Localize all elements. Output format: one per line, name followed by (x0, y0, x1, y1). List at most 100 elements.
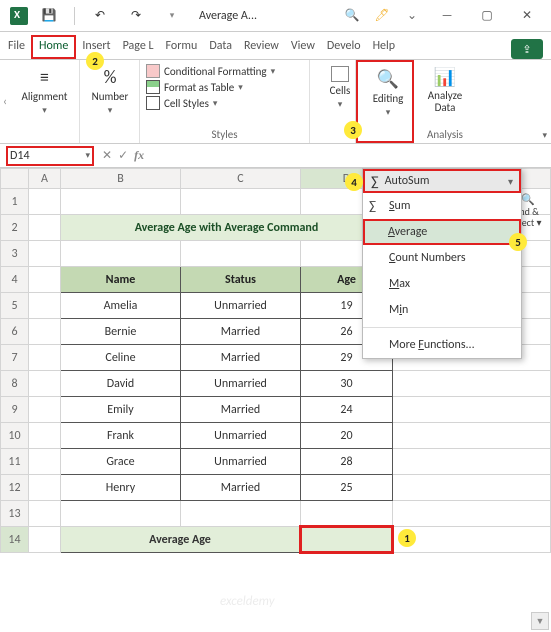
menu-separator (363, 327, 521, 328)
tab-home[interactable]: Home (31, 35, 76, 59)
ribbon-collapse-icon[interactable]: ⌄ (403, 7, 421, 25)
menu-item-sum[interactable]: ∑ Sum (363, 193, 521, 219)
alignment-button[interactable]: ≡ Alignment ▾ (16, 64, 73, 118)
format-as-table-button[interactable]: Format as Table▾ (146, 80, 303, 94)
cell-age[interactable]: 30 (301, 371, 393, 397)
header-name[interactable]: Name (61, 267, 181, 293)
menu-item-min[interactable]: Min (363, 297, 521, 323)
tab-data[interactable]: Data (203, 35, 238, 59)
row-header[interactable]: 1 (1, 189, 29, 215)
ribbon-group-number: % Number ▾ (80, 60, 140, 143)
minimize-button[interactable]: — (427, 2, 467, 30)
ribbon-scroll-left[interactable]: ‹ (0, 60, 10, 143)
row-header[interactable]: 7 (1, 345, 29, 371)
menu-max-rest: ax (399, 277, 410, 291)
qat-dropdown-icon[interactable]: ▾ (163, 7, 181, 25)
tab-developer[interactable]: Develo (321, 35, 367, 59)
cell-styles-button[interactable]: Cell Styles▾ (146, 96, 303, 110)
cancel-icon[interactable]: ✕ (102, 148, 112, 163)
average-age-cell[interactable] (301, 527, 393, 553)
fx-label[interactable]: fx (134, 148, 144, 163)
name-box[interactable]: D14 ▾ (6, 146, 94, 166)
tab-view[interactable]: View (285, 35, 321, 59)
row-header[interactable]: 11 (1, 449, 29, 475)
cell-status[interactable]: Married (181, 319, 301, 345)
row-header[interactable]: 3 (1, 241, 29, 267)
cell-status[interactable]: Unmarried (181, 423, 301, 449)
tab-file[interactable]: File (2, 35, 31, 59)
header-status[interactable]: Status (181, 267, 301, 293)
cell-status[interactable]: Unmarried (181, 293, 301, 319)
select-all-corner[interactable] (1, 169, 29, 189)
share-button[interactable]: ⇪ (511, 39, 543, 59)
cell-name[interactable]: Frank (61, 423, 181, 449)
chevron-down-icon: ▾ (338, 99, 343, 110)
pen-icon[interactable]: 🖊 (373, 7, 391, 25)
cell-status[interactable]: Married (181, 345, 301, 371)
autosum-menu: ∑ AutoSum ▾ 4 ∑ Sum Average 5 Count Numb… (362, 168, 522, 359)
analyze-data-button[interactable]: 📊 Analyze Data (420, 64, 470, 116)
row-header[interactable]: 10 (1, 423, 29, 449)
document-title: Average A... (199, 9, 257, 23)
restore-button[interactable]: ▢ (467, 2, 507, 30)
cell-age[interactable]: 28 (301, 449, 393, 475)
row-header[interactable]: 5 (1, 293, 29, 319)
tab-help[interactable]: Help (367, 35, 402, 59)
chevron-down-icon: ▾ (508, 175, 513, 188)
cell-status[interactable]: Married (181, 475, 301, 501)
tab-formulas[interactable]: Formu (160, 35, 204, 59)
chart-icon: 📊 (434, 66, 456, 88)
autosum-button[interactable]: ∑ AutoSum ▾ (363, 169, 521, 193)
styles-group-label: Styles (146, 128, 303, 141)
autosum-label: AutoSum (385, 174, 430, 188)
enter-icon[interactable]: ✓ (118, 148, 128, 163)
menu-item-max[interactable]: Max (363, 271, 521, 297)
row-header[interactable]: 2 (1, 215, 29, 241)
cell-name[interactable]: Bernie (61, 319, 181, 345)
cell-status[interactable]: Married (181, 397, 301, 423)
col-header-B[interactable]: B (61, 169, 181, 189)
tab-page-layout[interactable]: Page L (117, 35, 160, 59)
close-button[interactable]: ✕ (507, 2, 547, 30)
sheet-title-cell[interactable]: Average Age with Average Command (61, 215, 393, 241)
ribbon-options-icon[interactable]: ▾ (542, 130, 547, 141)
editing-button[interactable]: 🔍 Editing ▾ (364, 66, 412, 120)
cell-status[interactable]: Unmarried (181, 371, 301, 397)
row-header[interactable]: 9 (1, 397, 29, 423)
cell-name[interactable]: Grace (61, 449, 181, 475)
col-header-C[interactable]: C (181, 169, 301, 189)
cell-age[interactable]: 25 (301, 475, 393, 501)
save-icon[interactable]: 💾 (40, 7, 58, 25)
row-header[interactable]: 6 (1, 319, 29, 345)
watermark: exceldemy (220, 594, 275, 609)
menu-item-more-functions[interactable]: More Functions... (363, 332, 521, 358)
search-icon[interactable]: 🔍 (343, 7, 361, 25)
cell-name[interactable]: Celine (61, 345, 181, 371)
redo-icon[interactable]: ↷ (127, 7, 145, 25)
menu-item-average[interactable]: Average (363, 219, 521, 245)
number-button[interactable]: % Number ▾ (86, 64, 134, 118)
row-header[interactable]: 13 (1, 501, 29, 527)
cell-name[interactable]: Henry (61, 475, 181, 501)
scroll-down-icon[interactable]: ▼ (531, 612, 549, 630)
row-header[interactable]: 4 (1, 267, 29, 293)
cell-name[interactable]: Emily (61, 397, 181, 423)
sigma-icon: ∑ (369, 199, 376, 214)
cell-age[interactable]: 20 (301, 423, 393, 449)
row-header[interactable]: 14 (1, 527, 29, 553)
alignment-icon: ≡ (40, 66, 49, 88)
undo-icon[interactable]: ↶ (91, 7, 109, 25)
cell-styles-label: Cell Styles (164, 97, 209, 110)
cell-name[interactable]: Amelia (61, 293, 181, 319)
cell-age[interactable]: 24 (301, 397, 393, 423)
col-header-A[interactable]: A (29, 169, 61, 189)
menu-item-count[interactable]: Count Numbers (363, 245, 521, 271)
group-spacer (16, 128, 73, 141)
conditional-formatting-button[interactable]: Conditional Formatting▾ (146, 64, 303, 78)
row-header[interactable]: 8 (1, 371, 29, 397)
row-header[interactable]: 12 (1, 475, 29, 501)
tab-review[interactable]: Review (238, 35, 285, 59)
cell-status[interactable]: Unmarried (181, 449, 301, 475)
cell-name[interactable]: David (61, 371, 181, 397)
average-age-label[interactable]: Average Age (61, 527, 301, 553)
